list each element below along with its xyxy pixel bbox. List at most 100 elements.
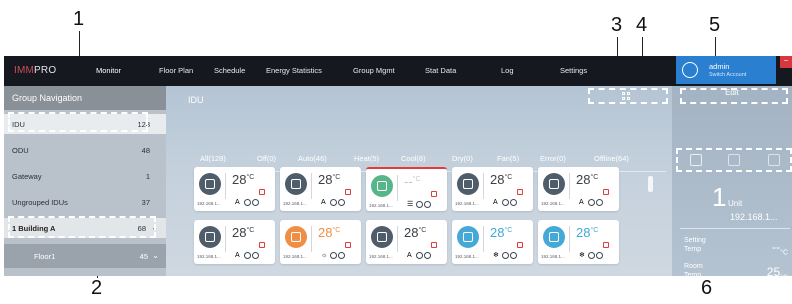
user-name: admin	[709, 62, 730, 71]
status-icon	[338, 199, 345, 206]
nav-settings[interactable]: Settings	[560, 66, 587, 75]
tab-error[interactable]: Error(0)	[540, 154, 566, 163]
lock-icon	[517, 189, 523, 195]
sidebar-item-ungrouped[interactable]: Ungrouped IDUs 37	[4, 192, 166, 212]
status-icon	[502, 252, 509, 259]
status-icon	[424, 252, 431, 259]
idu-panel: IDU All(128) Off(0) Auto(46) Heat(5) Coo…	[166, 86, 672, 276]
unit-card[interactable]: 28°C 192.168.1... A	[194, 167, 275, 211]
callout-number: 6	[701, 277, 713, 299]
user-avatar-icon	[682, 62, 698, 78]
status-icon	[416, 252, 423, 259]
unit-status-icons: ❄	[579, 252, 604, 260]
lock-icon	[603, 242, 609, 248]
sidebar-item-gateway[interactable]: Gateway 1	[4, 166, 166, 186]
unit-temperature: 28°C	[318, 172, 341, 187]
tab-all[interactable]: All(128)	[200, 154, 226, 163]
unit-temperature: 28°C	[490, 172, 513, 187]
mode-icon: ❄	[493, 252, 499, 259]
mode-icon: A	[493, 199, 498, 206]
lock-icon	[431, 242, 437, 248]
nav-floor-plan[interactable]: Floor Plan	[159, 66, 193, 75]
mode-icon: A	[235, 252, 240, 259]
unit-card[interactable]: 28°C 192.168.1... ❄	[452, 220, 533, 264]
unit-card[interactable]: 28°C 192.168.1... A	[194, 220, 275, 264]
nav-stat-data[interactable]: Stat Data	[425, 66, 456, 75]
unit-status-icons: ☼	[321, 252, 346, 260]
setting-temp-value: --°C	[772, 240, 788, 257]
sidebar-item-odu[interactable]: ODU 48	[4, 140, 166, 160]
tab-auto[interactable]: Auto(46)	[298, 154, 327, 163]
chevron-down-icon[interactable]: ⌄	[152, 251, 159, 260]
unit-status-icons: A	[493, 199, 518, 207]
unit-card[interactable]: 28°C 192.168.1... A	[452, 167, 533, 211]
tab-dry[interactable]: Dry(0)	[452, 154, 473, 163]
user-account-button[interactable]: admin Switch Account	[676, 56, 776, 84]
tab-offline[interactable]: Offline(64)	[594, 154, 629, 163]
tab-fan[interactable]: Fan(5)	[497, 154, 519, 163]
mode-icon: ❄	[579, 252, 585, 259]
unit-card[interactable]: 28°C 192.168.1... A	[280, 167, 361, 211]
tab-list-icon[interactable]	[728, 154, 740, 166]
unit-ip: 192.168.1...	[730, 212, 778, 222]
lock-icon	[517, 242, 523, 248]
tab-unit-icon[interactable]	[690, 154, 702, 166]
unit-ip: 192.168.1...	[283, 201, 307, 206]
tab-grid-icon[interactable]	[768, 154, 780, 166]
unit-card[interactable]: 28°C 192.168.1... A	[538, 167, 619, 211]
callout-number: 5	[709, 14, 721, 36]
nav-schedule[interactable]: Schedule	[214, 66, 245, 75]
mode-icon: A	[407, 252, 412, 259]
lock-icon	[259, 189, 265, 195]
tab-off[interactable]: Off(0)	[257, 154, 276, 163]
unit-temperature: 28°C	[576, 225, 599, 240]
unit-card[interactable]: 28°C 192.168.1... A	[366, 220, 447, 264]
status-icon	[502, 199, 509, 206]
page: 1 2 3 4 5 6 IMMPRO Monitor Floor Plan Sc…	[0, 0, 792, 304]
unit-status-icons: A	[235, 252, 260, 260]
lock-icon	[603, 189, 609, 195]
scrollbar[interactable]	[648, 176, 653, 192]
panel-title: IDU	[188, 95, 204, 105]
switch-account-label: Switch Account	[709, 72, 747, 78]
lock-icon	[345, 189, 351, 195]
callout-number: 4	[636, 14, 648, 36]
divider	[397, 175, 398, 201]
tab-cool[interactable]: Cool(8)	[401, 154, 426, 163]
status-icon	[252, 252, 259, 259]
unit-temperature: 28°C	[232, 172, 255, 187]
divider	[680, 228, 790, 229]
unit-icon	[285, 226, 307, 248]
unit-temperature: 28°C	[232, 225, 255, 240]
nav-group-mgmt[interactable]: Group Mgmt	[353, 66, 395, 75]
unit-status-icons: A	[321, 199, 346, 207]
unit-ip: 192.168.1...	[369, 203, 393, 208]
unit-card[interactable]: 28°C 192.168.1... ❄	[538, 220, 619, 264]
tab-heat[interactable]: Heat(5)	[354, 154, 379, 163]
unit-icon	[543, 226, 565, 248]
divider	[483, 173, 484, 199]
unit-card[interactable]: 28°C 192.168.1... ☼	[280, 220, 361, 264]
nav-monitor[interactable]: Monitor	[96, 66, 121, 75]
nav-log[interactable]: Log	[501, 66, 514, 75]
status-icon	[424, 201, 431, 208]
divider	[311, 173, 312, 199]
mode-icon: ☰	[407, 201, 414, 208]
unit-icon	[457, 226, 479, 248]
unit-temperature: 28°C	[490, 225, 513, 240]
unit-ip: 192.168.1...	[455, 201, 479, 206]
status-icon	[244, 199, 251, 206]
unit-ip: 192.168.1...	[455, 254, 479, 259]
unit-icon	[457, 173, 479, 195]
sidebar-item-floor1[interactable]: Floor1 45 ⌄	[4, 244, 166, 268]
grid-view-icon[interactable]	[622, 92, 631, 101]
status-icon	[588, 252, 595, 259]
nav-energy-statistics[interactable]: Energy Statistics	[266, 66, 322, 75]
unit-card[interactable]: --°C 192.168.1... ☰	[366, 167, 447, 211]
mode-icon: A	[579, 199, 584, 206]
status-icon	[244, 252, 251, 259]
unit-icon	[371, 175, 393, 197]
close-button[interactable]: −	[780, 56, 792, 68]
status-icon	[596, 199, 603, 206]
mode-icon: A	[235, 199, 240, 206]
